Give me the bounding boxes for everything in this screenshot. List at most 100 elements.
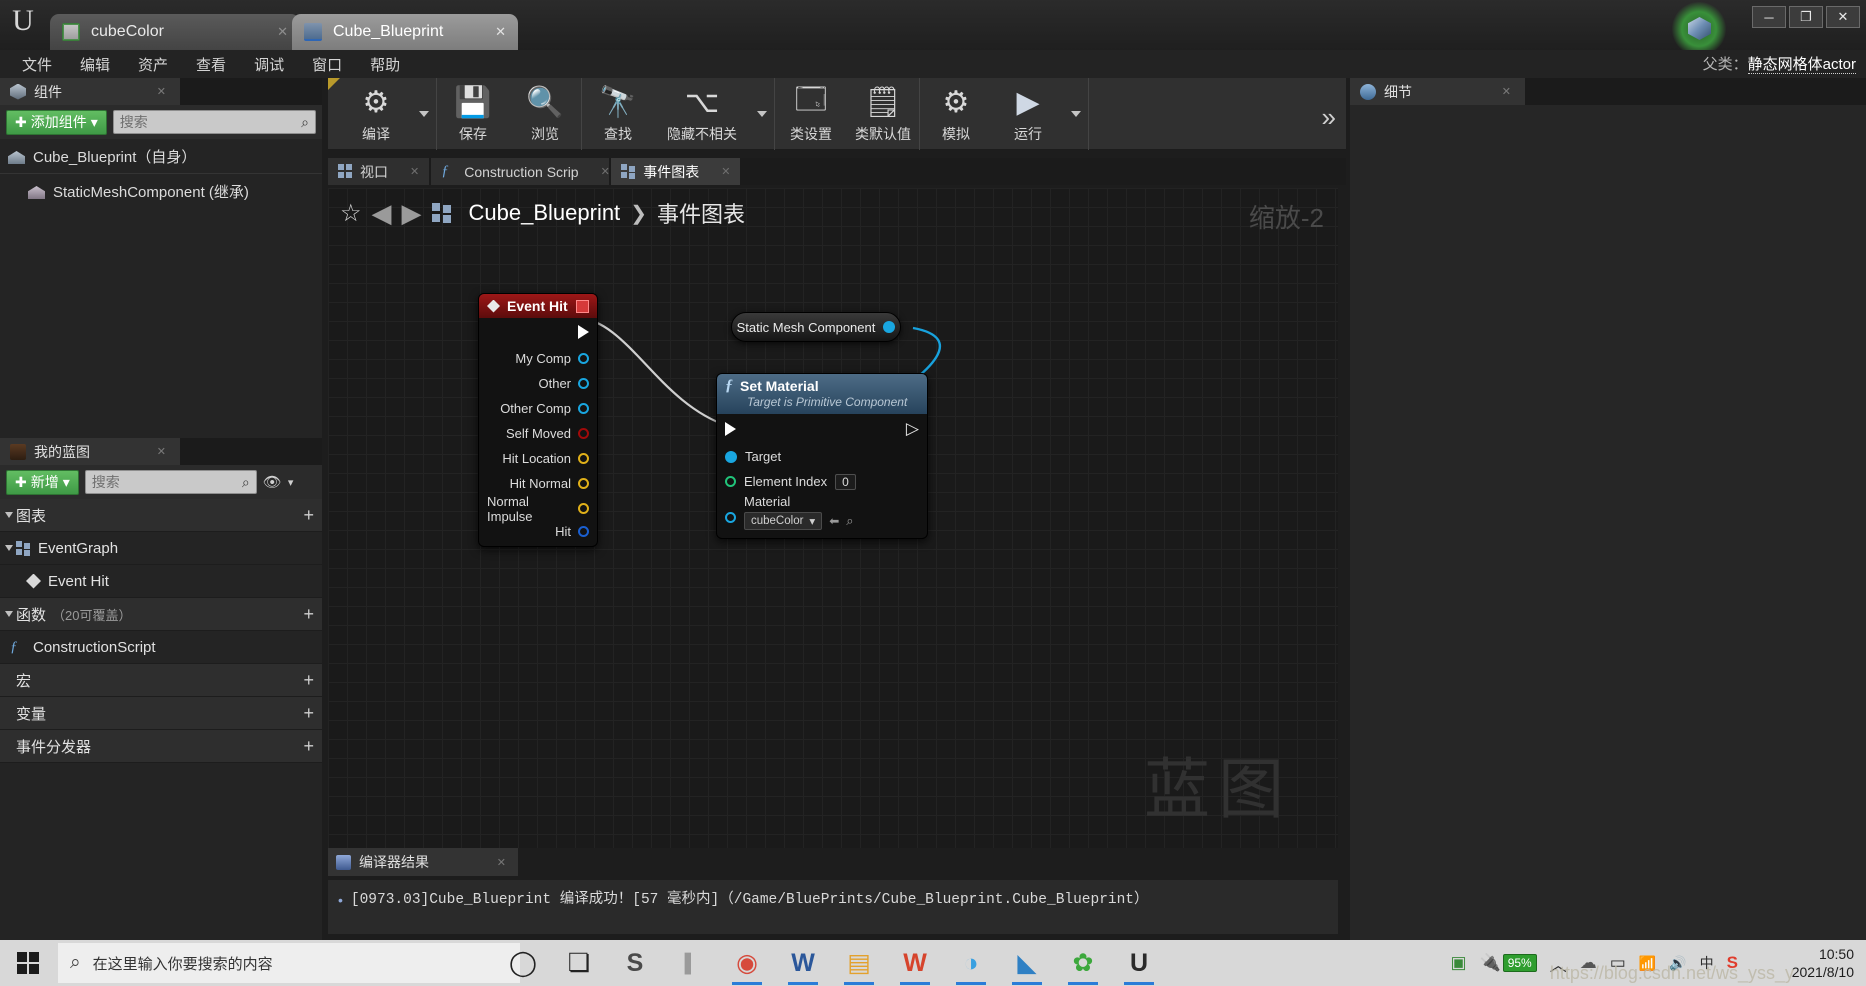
- pin-row-hit[interactable]: Hit: [479, 521, 597, 546]
- simulate-button[interactable]: ⚙ 模拟: [920, 78, 992, 150]
- my-blueprint-search-input[interactable]: 搜索 ⌕: [84, 470, 257, 494]
- output-pin[interactable]: [578, 478, 589, 489]
- pin-row-self-moved[interactable]: Self Moved: [479, 421, 597, 446]
- bp-section-event-dispatchers[interactable]: 事件分发器 +: [0, 730, 322, 763]
- close-icon[interactable]: ✕: [388, 165, 419, 178]
- eye-icon[interactable]: 👁: [263, 473, 282, 491]
- hide-unrelated-button[interactable]: ⌥ 隐藏不相关: [654, 78, 750, 150]
- compiler-log-list[interactable]: • [0973.03]Cube_Blueprint 编译成功！[57 毫秒内]（…: [328, 880, 1338, 934]
- compile-options-caret[interactable]: [412, 78, 436, 150]
- menu-item-file[interactable]: 文件: [8, 51, 66, 78]
- pin-row-other[interactable]: Other: [479, 371, 597, 396]
- taskbar-search-input[interactable]: ⌕ 在这里输入你要搜索的内容: [58, 943, 520, 983]
- menu-item-help[interactable]: 帮助: [356, 51, 414, 78]
- menu-item-debug[interactable]: 调试: [240, 51, 298, 78]
- pin-row-my-comp[interactable]: My Comp: [479, 346, 597, 371]
- forward-arrow-icon[interactable]: ▶: [402, 198, 422, 229]
- output-pin[interactable]: [578, 353, 589, 364]
- chevron-down-icon[interactable]: ▾: [288, 476, 294, 489]
- close-icon[interactable]: ✕: [133, 85, 166, 98]
- input-pin[interactable]: [725, 512, 736, 523]
- output-pin[interactable]: [883, 321, 896, 333]
- component-root-item[interactable]: Cube_Blueprint（自身）: [0, 139, 322, 173]
- node-event-hit[interactable]: Event Hit My Comp Other Other Comp Self …: [478, 293, 598, 547]
- tab-construction-script[interactable]: ƒ Construction Scrip ✕: [431, 158, 610, 185]
- pin-row-hit-normal[interactable]: Hit Normal: [479, 471, 597, 496]
- pin-row-normal-impulse[interactable]: Normal Impulse: [479, 494, 597, 524]
- close-icon[interactable]: ✕: [473, 856, 506, 869]
- compile-button[interactable]: ⚙ 编译: [340, 78, 412, 150]
- element-index-input[interactable]: 0: [835, 473, 856, 490]
- output-pin[interactable]: [578, 503, 589, 514]
- node-set-material[interactable]: ƒ Set Material Target is Primitive Compo…: [716, 373, 928, 539]
- material-select[interactable]: cubeColor ▾: [744, 512, 823, 530]
- node-static-mesh-component[interactable]: Static Mesh Component: [731, 312, 901, 342]
- find-button[interactable]: 🔭 查找: [582, 78, 654, 150]
- bp-item-constructionscript[interactable]: ƒ ConstructionScript: [0, 631, 322, 664]
- app-s-icon[interactable]: S: [612, 940, 658, 986]
- bp-section-functions[interactable]: 函数 （20可覆盖） +: [0, 598, 322, 631]
- explorer-icon[interactable]: ▤: [836, 940, 882, 986]
- pin-row-other-comp[interactable]: Other Comp: [479, 396, 597, 421]
- bp-section-macros[interactable]: 宏 +: [0, 664, 322, 697]
- add-new-button[interactable]: ✚ 新增 ▾: [6, 469, 79, 495]
- usb-icon[interactable]: ▣: [1450, 953, 1466, 973]
- use-selected-asset-icon[interactable]: ⬅: [829, 514, 839, 528]
- save-button[interactable]: 💾 保存: [437, 78, 509, 150]
- wechat-icon[interactable]: ✿: [1060, 940, 1106, 986]
- window-tab-cubecolor[interactable]: cubeColor ✕: [50, 14, 300, 50]
- minimize-button[interactable]: ─: [1752, 6, 1786, 28]
- input-pin[interactable]: [725, 476, 736, 487]
- chrome-icon[interactable]: ◉: [724, 940, 770, 986]
- window-tab-cube-blueprint[interactable]: Cube_Blueprint ✕: [292, 14, 518, 50]
- battery-status[interactable]: 🔌 95%: [1480, 953, 1537, 973]
- close-icon[interactable]: ✕: [133, 445, 166, 458]
- cortana-icon[interactable]: ◯: [500, 940, 546, 986]
- close-icon[interactable]: ✕: [579, 165, 610, 178]
- start-button[interactable]: [0, 940, 56, 986]
- taskbar-clock[interactable]: 10:50 2021/8/10: [1792, 945, 1854, 981]
- bp-item-eventgraph[interactable]: EventGraph: [0, 532, 322, 565]
- close-button[interactable]: ✕: [1826, 6, 1860, 28]
- menu-item-window[interactable]: 窗口: [298, 51, 356, 78]
- tab-my-blueprint[interactable]: 我的蓝图 ✕: [0, 438, 180, 465]
- browse-button[interactable]: 🔍 浏览: [509, 78, 581, 150]
- tab-compiler-results[interactable]: 编译器结果 ✕: [328, 848, 518, 876]
- bp-section-graphs[interactable]: 图表 +: [0, 499, 322, 532]
- parent-class-value[interactable]: 静态网格体actor: [1747, 56, 1856, 74]
- stop-badge-icon[interactable]: [576, 299, 589, 313]
- exec-out-pin[interactable]: ▷: [906, 420, 919, 437]
- pin-row-hit-location[interactable]: Hit Location: [479, 446, 597, 471]
- bp-section-variables[interactable]: 变量 +: [0, 697, 322, 730]
- output-pin[interactable]: [578, 403, 589, 414]
- back-arrow-icon[interactable]: ◀: [372, 198, 392, 229]
- browse-asset-icon[interactable]: ⌕: [846, 513, 853, 529]
- pin-row-exec[interactable]: [479, 318, 597, 346]
- component-item-staticmesh[interactable]: StaticMeshComponent (继承): [0, 174, 322, 208]
- breadcrumb-root[interactable]: Cube_Blueprint: [469, 200, 621, 226]
- wps-icon[interactable]: W: [892, 940, 938, 986]
- play-button[interactable]: ▶ 运行: [992, 78, 1064, 150]
- task-view-icon[interactable]: ❏: [556, 940, 602, 986]
- close-icon[interactable]: ✕: [699, 165, 730, 178]
- word-icon[interactable]: W: [780, 940, 826, 986]
- class-settings-button[interactable]: 🗔 类设置: [775, 78, 847, 150]
- output-pin[interactable]: [578, 428, 589, 439]
- close-icon[interactable]: ✕: [1478, 85, 1511, 98]
- output-pin[interactable]: [578, 453, 589, 464]
- components-search-input[interactable]: 搜索 ⌕: [112, 110, 316, 134]
- menu-item-view[interactable]: 查看: [182, 51, 240, 78]
- add-function-button[interactable]: +: [303, 604, 314, 625]
- tab-viewport[interactable]: 视口 ✕: [328, 158, 430, 185]
- tab-details[interactable]: 细节 ✕: [1350, 78, 1525, 105]
- unreal-icon[interactable]: U: [1116, 940, 1162, 986]
- exec-in-pin[interactable]: [725, 422, 736, 436]
- close-icon[interactable]: ✕: [469, 24, 506, 40]
- class-defaults-button[interactable]: 🗒 类默认值: [847, 78, 919, 150]
- hide-unrelated-caret[interactable]: [750, 78, 774, 150]
- add-graph-button[interactable]: +: [303, 505, 314, 526]
- blueprint-graph-canvas[interactable]: ☆ ◀ ▶ Cube_Blueprint ❯ 事件图表 缩放-2 蓝图 Even…: [328, 188, 1338, 848]
- exec-out-pin[interactable]: [578, 325, 589, 339]
- add-variable-button[interactable]: +: [303, 703, 314, 724]
- input-pin[interactable]: [725, 450, 737, 463]
